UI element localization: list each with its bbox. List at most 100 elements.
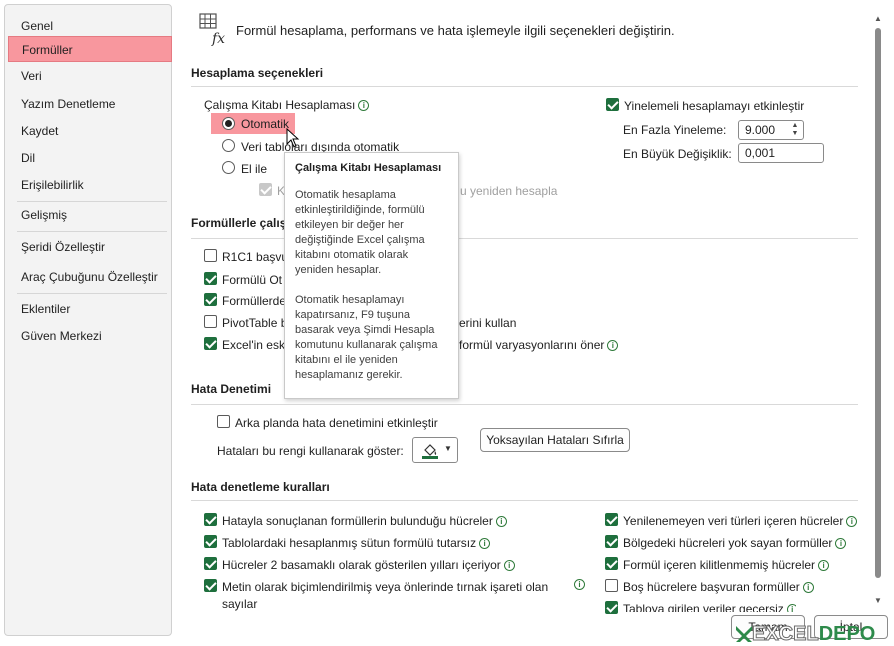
formula-autocomplete-label: Formülü Ot bbox=[222, 273, 283, 287]
max-iterations-label: En Fazla Yineleme: bbox=[623, 123, 727, 137]
checkbox-background-error-check[interactable] bbox=[217, 415, 230, 428]
workbook-calc-tooltip: Çalışma Kitabı Hesaplaması Otomatik hesa… bbox=[284, 152, 459, 399]
section-divider bbox=[191, 500, 858, 501]
vertical-scrollbar[interactable]: ▲ ▼ bbox=[871, 14, 885, 610]
reset-ignored-errors-button[interactable]: Yoksayılan Hataları Sıfırla bbox=[480, 428, 630, 452]
scroll-up-icon[interactable]: ▲ bbox=[872, 14, 884, 23]
rule-two-digit-years-label: Hücreler 2 basamaklı olarak gösterilen y… bbox=[222, 558, 515, 572]
radio-manual-label: El ile bbox=[241, 162, 268, 176]
section-title-error-check: Hata Denetimi bbox=[191, 382, 272, 396]
radio-automatic-label: Otomatik bbox=[241, 117, 290, 131]
rule-inconsistent-column-label: Tablolardaki hesaplanmış sütun formülü t… bbox=[222, 536, 491, 550]
rule-empty-refs-label: Boş hücrelere başvuran formüller i bbox=[623, 580, 814, 594]
fill-color-icon bbox=[422, 444, 438, 459]
checkbox-rule-omit-cells[interactable] bbox=[605, 535, 618, 548]
options-sidebar: Genel Formüller Veri Yazım Denetleme Kay… bbox=[4, 4, 172, 636]
logo-text-excel: EXCEL bbox=[752, 623, 820, 646]
info-icon[interactable]: i bbox=[495, 516, 507, 527]
spin-down-icon[interactable]: ▼ bbox=[790, 130, 800, 138]
rule-error-formulas-label: Hatayla sonuçlanan formüllerin bulunduğu… bbox=[222, 514, 507, 528]
iterative-label: Yinelemeli hesaplamayı etkinleştir bbox=[624, 99, 805, 113]
sidebar-item-seridi-ozellestir[interactable]: Şeridi Özelleştir bbox=[5, 234, 171, 260]
rule-unlocked-formulas-label: Formül içeren kilitlenmemiş hücreler i bbox=[623, 558, 830, 572]
info-icon[interactable]: i bbox=[479, 538, 491, 549]
info-icon[interactable]: i bbox=[358, 100, 370, 111]
info-icon[interactable]: i bbox=[846, 516, 858, 527]
section-title-formulas: Formüllerle çalış bbox=[191, 216, 287, 230]
checkbox-iterative[interactable] bbox=[606, 98, 619, 111]
sidebar-item-formuller[interactable]: Formüller bbox=[8, 36, 172, 62]
radio-manual[interactable] bbox=[222, 161, 235, 174]
rule-unrefreshable-types-label: Yenilenemeyen veri türleri içeren hücrel… bbox=[623, 514, 858, 528]
info-icon[interactable]: i bbox=[818, 560, 830, 571]
checkbox-rule-empty-refs[interactable] bbox=[605, 579, 618, 592]
sidebar-item-dil[interactable]: Dil bbox=[5, 145, 171, 171]
checkbox-rule-inconsistent-column[interactable] bbox=[204, 535, 217, 548]
options-main-panel: fx Formül hesaplama, performans ve hata … bbox=[176, 0, 866, 646]
checkbox-rule-two-digit-years[interactable] bbox=[204, 557, 217, 570]
info-icon[interactable]: i bbox=[802, 582, 814, 593]
checkbox-r1c1[interactable] bbox=[204, 249, 217, 262]
formula-fx-icon: fx bbox=[199, 13, 225, 46]
info-icon[interactable]: i bbox=[786, 604, 796, 612]
info-icon[interactable]: i bbox=[574, 579, 585, 590]
sidebar-divider bbox=[17, 293, 167, 294]
rule-invalid-table-data-clip: Tabloya girilen veriler geçersiz i bbox=[616, 602, 796, 612]
checkbox-legacy-formulas[interactable] bbox=[204, 337, 217, 350]
section-title-rules: Hata denetleme kuralları bbox=[191, 480, 330, 494]
rule-numbers-as-text-label-line2: sayılar bbox=[222, 597, 258, 611]
rule-numbers-as-text-label: Metin olarak biçimlendirilmiş veya önler… bbox=[222, 580, 549, 594]
tooltip-paragraph-1: Otomatik hesaplama etkinleştirildiğinde,… bbox=[295, 189, 425, 276]
logo-mark-icon bbox=[736, 626, 752, 642]
sidebar-item-veri[interactable]: Veri bbox=[5, 63, 171, 89]
error-color-picker[interactable]: ▼ bbox=[412, 437, 458, 463]
getpivotdata-label-end: erini kullan bbox=[459, 316, 517, 330]
checkbox-getpivotdata[interactable] bbox=[204, 315, 217, 328]
legacy-formulas-label-end: formül varyasyonlarını öner i bbox=[459, 338, 619, 352]
radio-auto-except-tables[interactable] bbox=[222, 139, 235, 152]
max-change-input[interactable]: 0,001 bbox=[738, 143, 824, 163]
tooltip-title: Çalışma Kitabı Hesaplaması bbox=[295, 162, 442, 174]
checkbox-rule-error-formulas[interactable] bbox=[204, 513, 217, 526]
section-divider bbox=[191, 404, 858, 405]
getpivotdata-label: PivotTable b bbox=[222, 316, 288, 330]
scroll-down-icon[interactable]: ▼ bbox=[872, 596, 884, 605]
table-names-label: Formüllerde bbox=[222, 294, 287, 308]
legacy-formulas-label: Excel'in esk bbox=[222, 338, 285, 352]
info-icon[interactable]: i bbox=[607, 340, 619, 351]
info-icon[interactable]: i bbox=[503, 560, 515, 571]
logo-text-depo: DEPO bbox=[818, 623, 876, 645]
checkbox-recalc-before-save[interactable] bbox=[259, 183, 272, 196]
page-description: Formül hesaplama, performans ve hata işl… bbox=[236, 23, 675, 38]
scrollbar-thumb[interactable] bbox=[875, 28, 881, 578]
sidebar-item-kaydet[interactable]: Kaydet bbox=[5, 118, 171, 144]
checkbox-rule-unrefreshable-types[interactable] bbox=[605, 513, 618, 526]
max-change-label: En Büyük Değişiklik: bbox=[623, 147, 732, 161]
r1c1-label: R1C1 başvu bbox=[222, 250, 289, 264]
max-iterations-spinner[interactable]: 9.000 ▲ ▼ bbox=[738, 120, 804, 140]
section-title-calc: Hesaplama seçenekleri bbox=[191, 66, 324, 80]
logo-text: EXCELDEPO bbox=[752, 623, 876, 646]
checkbox-rule-unlocked-formulas[interactable] bbox=[605, 557, 618, 570]
tooltip-paragraph-2: Otomatik hesaplamayı kapatırsanız, F9 tu… bbox=[295, 294, 438, 381]
sidebar-divider bbox=[17, 231, 167, 232]
radio-automatic[interactable] bbox=[222, 117, 235, 130]
sidebar-item-eklentiler[interactable]: Eklentiler bbox=[5, 296, 171, 322]
sidebar-item-guven-merkezi[interactable]: Güven Merkezi bbox=[5, 323, 171, 349]
checkbox-formula-autocomplete[interactable] bbox=[204, 272, 217, 285]
info-icon[interactable]: i bbox=[835, 538, 847, 549]
sidebar-item-arac-cubugu[interactable]: Araç Çubuğunu Özelleştir bbox=[5, 264, 171, 290]
rule-invalid-table-data-label: Tabloya girilen veriler geçersiz i bbox=[623, 602, 796, 612]
sidebar-item-gelismis[interactable]: Gelişmiş bbox=[5, 202, 171, 228]
rule-omit-cells-label: Bölgedeki hücreleri yok sayan formüller i bbox=[623, 536, 847, 550]
spin-up-icon[interactable]: ▲ bbox=[790, 122, 800, 130]
checkbox-table-names[interactable] bbox=[204, 293, 217, 306]
section-divider bbox=[191, 86, 858, 87]
error-color-label: Hataları bu rengi kullanarak göster: bbox=[217, 444, 404, 458]
chevron-down-icon: ▼ bbox=[444, 444, 452, 453]
sidebar-item-erisilebilirlik[interactable]: Erişilebilirlik bbox=[5, 172, 171, 198]
sidebar-item-yazim-denetleme[interactable]: Yazım Denetleme bbox=[5, 91, 171, 117]
excel-depo-logo: EXCELDEPO bbox=[730, 620, 894, 646]
checkbox-rule-numbers-as-text[interactable] bbox=[204, 579, 217, 592]
workbook-calc-label: Çalışma Kitabı Hesaplaması i bbox=[204, 98, 370, 112]
